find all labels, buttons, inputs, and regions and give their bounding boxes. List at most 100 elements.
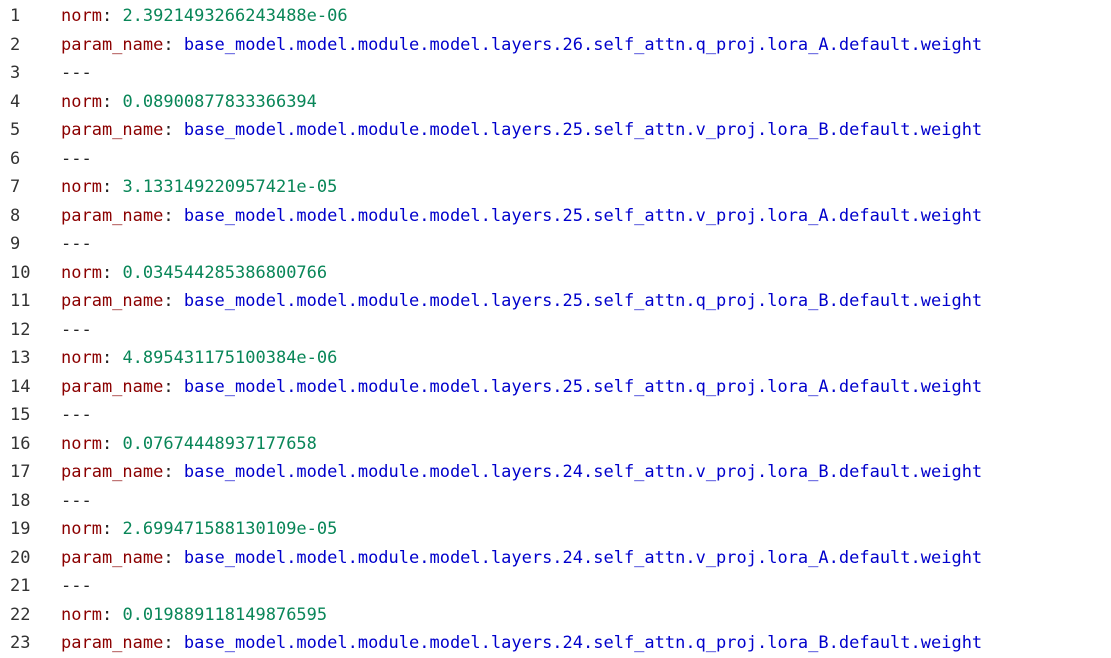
line-number: 16 — [10, 433, 31, 454]
code-line[interactable]: 11 param_name: base_model.model.module.mo… — [0, 288, 1111, 314]
code-line[interactable]: 23 param_name: base_model.model.module.mo… — [0, 630, 1111, 656]
code-line[interactable]: 6 --- — [0, 146, 1111, 172]
yaml-key: norm — [61, 6, 102, 26]
line-number: 12 — [10, 319, 31, 340]
line-number: 11 — [10, 291, 31, 311]
code-line[interactable]: 10 norm: 0.034544285386800766 — [0, 260, 1111, 286]
code-line[interactable]: 8 param_name: base_model.model.module.mod… — [0, 203, 1111, 229]
code-line[interactable]: 2 param_name: base_model.model.module.mod… — [0, 32, 1111, 58]
document-separator: --- — [61, 319, 92, 340]
yaml-key: param_name — [61, 34, 164, 55]
code-line[interactable]: 20 param_name: base_model.model.module.mo… — [0, 545, 1111, 571]
code-text: --- — [61, 488, 92, 514]
code-text: param_name: base_model.model.module.mode… — [61, 630, 982, 656]
yaml-number-value: 2.699471588130109e-05 — [122, 519, 338, 539]
line-number: 17 — [10, 462, 31, 482]
code-line[interactable]: 13 norm: 4.895431175100384e-06 — [0, 345, 1111, 371]
yaml-key: param_name — [61, 547, 164, 568]
code-line[interactable]: 14 param_name: base_model.model.module.mo… — [0, 374, 1111, 400]
key-colon: : — [101, 433, 123, 454]
yaml-string-value: base_model.model.module.model.layers.25.… — [183, 205, 983, 226]
code-line[interactable]: 16 norm: 0.07674448937177658 — [0, 431, 1111, 457]
yaml-key: norm — [61, 262, 102, 283]
code-text: norm: 2.3921493266243488e-06 — [61, 3, 348, 29]
code-line[interactable]: 9 --- — [0, 231, 1111, 257]
code-line[interactable]: 7 norm: 3.133149220957421e-05 — [0, 174, 1111, 200]
yaml-key: param_name — [61, 462, 164, 482]
line-number: 15 — [10, 405, 31, 425]
code-line[interactable]: 19 norm: 2.699471588130109e-05 — [0, 516, 1111, 542]
line-number: 5 — [10, 120, 21, 140]
line-number: 21 — [10, 576, 31, 596]
yaml-number-value: 0.019889118149876595 — [122, 604, 328, 625]
code-line[interactable]: 1 norm: 2.3921493266243488e-06 — [0, 3, 1111, 29]
document-separator: --- — [61, 405, 92, 425]
code-text: --- — [61, 60, 92, 86]
document-separator: --- — [61, 490, 92, 511]
code-line[interactable]: 17 param_name: base_model.model.module.mo… — [0, 459, 1111, 485]
yaml-number-value: 0.07674448937177658 — [122, 433, 317, 454]
yaml-key: param_name — [61, 205, 164, 226]
yaml-key: param_name — [61, 120, 164, 140]
code-line[interactable]: 22 norm: 0.019889118149876595 — [0, 602, 1111, 628]
code-text: norm: 3.133149220957421e-05 — [61, 174, 337, 200]
yaml-string-value: base_model.model.module.model.layers.24.… — [183, 462, 983, 482]
document-separator: --- — [61, 576, 92, 596]
yaml-key: param_name — [61, 376, 164, 397]
line-number: 7 — [10, 177, 21, 197]
document-separator: --- — [61, 148, 92, 169]
code-line[interactable]: 3 --- — [0, 60, 1111, 86]
line-number: 20 — [10, 547, 31, 568]
line-number: 8 — [10, 205, 21, 226]
code-text: param_name: base_model.model.module.mode… — [61, 545, 982, 571]
code-text: norm: 0.034544285386800766 — [61, 260, 327, 286]
code-text: param_name: base_model.model.module.mode… — [61, 288, 982, 314]
code-line[interactable]: 4 norm: 0.08900877833366394 — [0, 89, 1111, 115]
key-colon: : — [101, 519, 123, 539]
line-number: 4 — [10, 91, 21, 112]
line-number: 13 — [10, 348, 31, 368]
code-text: param_name: base_model.model.module.mode… — [61, 32, 982, 58]
line-number: 3 — [10, 63, 21, 83]
line-number: 22 — [10, 604, 31, 625]
code-line[interactable]: 18 --- — [0, 488, 1111, 514]
yaml-key: param_name — [61, 633, 164, 653]
code-text: norm: 4.895431175100384e-06 — [61, 345, 337, 371]
key-colon: : — [101, 6, 123, 26]
line-number: 2 — [10, 34, 21, 55]
line-number: 1 — [10, 6, 21, 26]
yaml-key: param_name — [61, 291, 164, 311]
code-line[interactable]: 15 --- — [0, 402, 1111, 428]
code-line[interactable]: 21 --- — [0, 573, 1111, 599]
key-colon: : — [163, 34, 184, 55]
code-text: norm: 0.08900877833366394 — [61, 89, 317, 115]
code-line[interactable]: 12 --- — [0, 317, 1111, 343]
code-text: param_name: base_model.model.module.mode… — [61, 117, 982, 143]
line-number: 23 — [10, 633, 31, 653]
yaml-number-value: 2.3921493266243488e-06 — [122, 6, 348, 26]
key-colon: : — [101, 348, 123, 368]
yaml-string-value: base_model.model.module.model.layers.24.… — [183, 633, 983, 653]
yaml-string-value: base_model.model.module.model.layers.25.… — [183, 291, 983, 311]
yaml-key: norm — [61, 604, 102, 625]
key-colon: : — [163, 120, 184, 140]
code-text: norm: 0.019889118149876595 — [61, 602, 327, 628]
yaml-key: norm — [61, 519, 102, 539]
yaml-key: norm — [61, 177, 102, 197]
line-number: 18 — [10, 490, 31, 511]
line-number: 19 — [10, 519, 31, 539]
yaml-string-value: base_model.model.module.model.layers.25.… — [183, 376, 983, 397]
yaml-string-value: base_model.model.module.model.layers.25.… — [183, 120, 983, 140]
key-colon: : — [101, 177, 123, 197]
document-separator: --- — [61, 63, 92, 83]
line-number: 9 — [10, 234, 21, 254]
code-line[interactable]: 5 param_name: base_model.model.module.mod… — [0, 117, 1111, 143]
code-text: norm: 2.699471588130109e-05 — [61, 516, 337, 542]
code-text: param_name: base_model.model.module.mode… — [61, 374, 982, 400]
code-editor[interactable]: 1 norm: 2.3921493266243488e-06 2 param_name… — [0, 0, 1111, 658]
key-colon: : — [163, 376, 184, 397]
line-number: 6 — [10, 148, 21, 169]
code-text: --- — [61, 146, 92, 172]
code-text: --- — [61, 231, 92, 257]
yaml-key: norm — [61, 348, 102, 368]
